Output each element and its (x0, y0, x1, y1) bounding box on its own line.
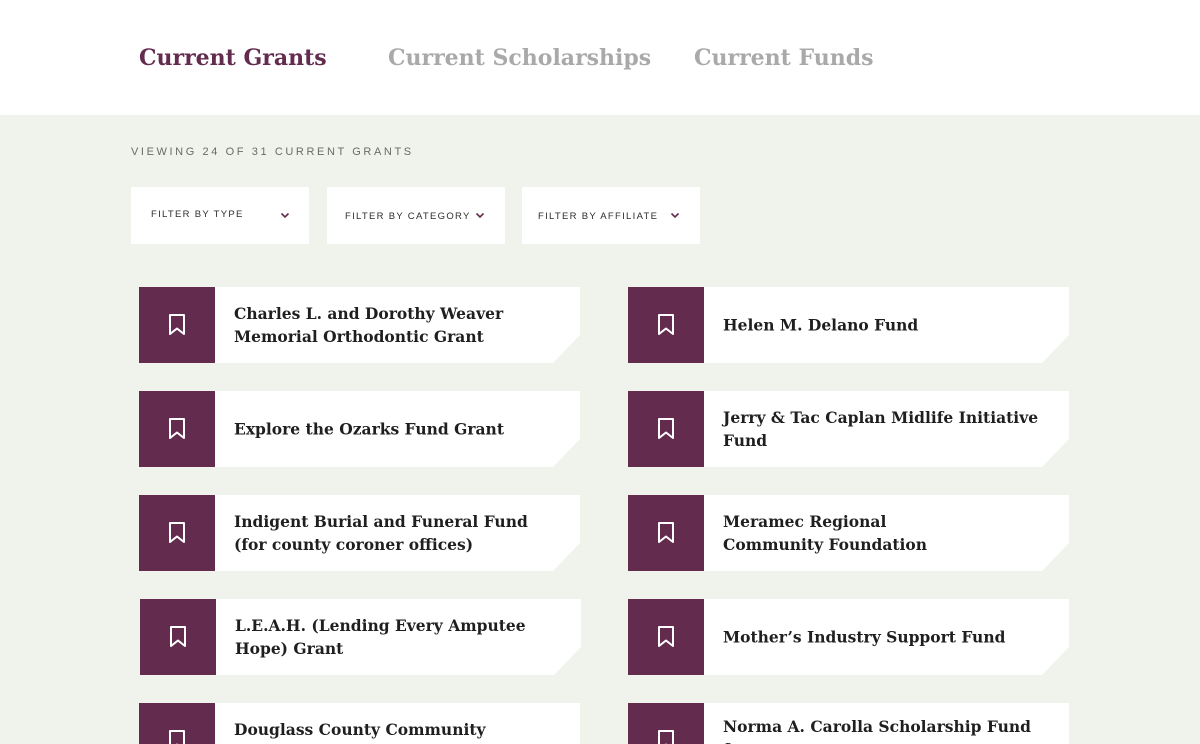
grant-title: Helen M. Delano Fund (723, 315, 919, 335)
bookmark-icon-box (139, 703, 215, 744)
tab-current-grants[interactable]: Current Grants (139, 45, 327, 71)
filter-by-type-dropdown[interactable]: FILTER BY TYPE (131, 187, 309, 244)
bookmark-icon (658, 314, 674, 335)
grant-card[interactable]: Indigent Burial and Funeral Fund (for co… (139, 495, 580, 571)
bookmark-icon (658, 522, 674, 543)
grant-card[interactable]: Jerry & Tac Caplan Midlife Initiative Fu… (628, 391, 1069, 467)
bookmark-icon-box (139, 391, 215, 467)
grant-card[interactable]: Charles L. and Dorothy Weaver Memorial O… (139, 287, 580, 363)
bookmark-icon-box (628, 599, 704, 675)
chevron-down-icon (280, 212, 290, 219)
grant-title: Indigent Burial and Funeral Fund (for co… (234, 512, 528, 554)
grant-title: Norma A. Carolla Scholarship Fund for (723, 717, 1031, 744)
bookmark-icon-box (139, 495, 215, 571)
bookmark-icon (658, 626, 674, 647)
bookmark-icon-box (628, 391, 704, 467)
grant-title: Meramec Regional Community Foundation (723, 512, 928, 554)
bookmark-icon (658, 730, 674, 744)
grant-title: Charles L. and Dorothy Weaver Memorial O… (234, 304, 504, 346)
grant-title: L.E.A.H. (Lending Every Amputee Hope) Gr… (235, 616, 526, 658)
bookmark-icon (169, 418, 185, 439)
grant-card[interactable]: Norma A. Carolla Scholarship Fund for (628, 703, 1069, 744)
grant-card[interactable]: L.E.A.H. (Lending Every Amputee Hope) Gr… (140, 599, 581, 675)
grants-listing: VIEWING 24 OF 31 CURRENT GRANTS FILTER B… (0, 115, 1200, 744)
filter-label: FILTER BY TYPE (151, 209, 244, 220)
chevron-down-icon (670, 212, 680, 219)
filter-label: FILTER BY CATEGORY (345, 211, 471, 222)
bookmark-icon (169, 730, 185, 744)
bookmark-icon (658, 418, 674, 439)
bookmark-icon (170, 626, 186, 647)
bookmark-icon-box (628, 287, 704, 363)
filter-by-affiliate-dropdown[interactable]: FILTER BY AFFILIATE (522, 187, 700, 244)
chevron-down-icon (475, 212, 485, 219)
tab-current-scholarships[interactable]: Current Scholarships (388, 45, 651, 71)
grant-title: Douglass County Community Foundation (234, 720, 486, 744)
bookmark-icon-box (140, 599, 216, 675)
grant-title: Jerry & Tac Caplan Midlife Initiative Fu… (723, 408, 1039, 450)
bookmark-icon (169, 522, 185, 543)
bookmark-icon-box (139, 287, 215, 363)
bookmark-icon-box (628, 495, 704, 571)
grant-card[interactable]: Meramec Regional Community Foundation (628, 495, 1069, 571)
bookmark-icon-box (628, 703, 704, 744)
grant-title: Explore the Ozarks Fund Grant (234, 419, 504, 439)
filter-by-category-dropdown[interactable]: FILTER BY CATEGORY (327, 187, 505, 244)
grant-card[interactable]: Helen M. Delano Fund (628, 287, 1069, 363)
grant-card[interactable]: Mother’s Industry Support Fund (628, 599, 1069, 675)
grant-card[interactable]: Douglass County Community Foundation (139, 703, 580, 744)
grant-card[interactable]: Explore the Ozarks Fund Grant (139, 391, 580, 467)
tab-current-funds[interactable]: Current Funds (694, 45, 874, 71)
tab-bar: Current Grants Current Scholarships Curr… (0, 0, 1200, 115)
results-count: VIEWING 24 OF 31 CURRENT GRANTS (131, 146, 414, 158)
filter-label: FILTER BY AFFILIATE (538, 211, 659, 222)
grant-title: Mother’s Industry Support Fund (723, 627, 1006, 647)
bookmark-icon (169, 314, 185, 335)
